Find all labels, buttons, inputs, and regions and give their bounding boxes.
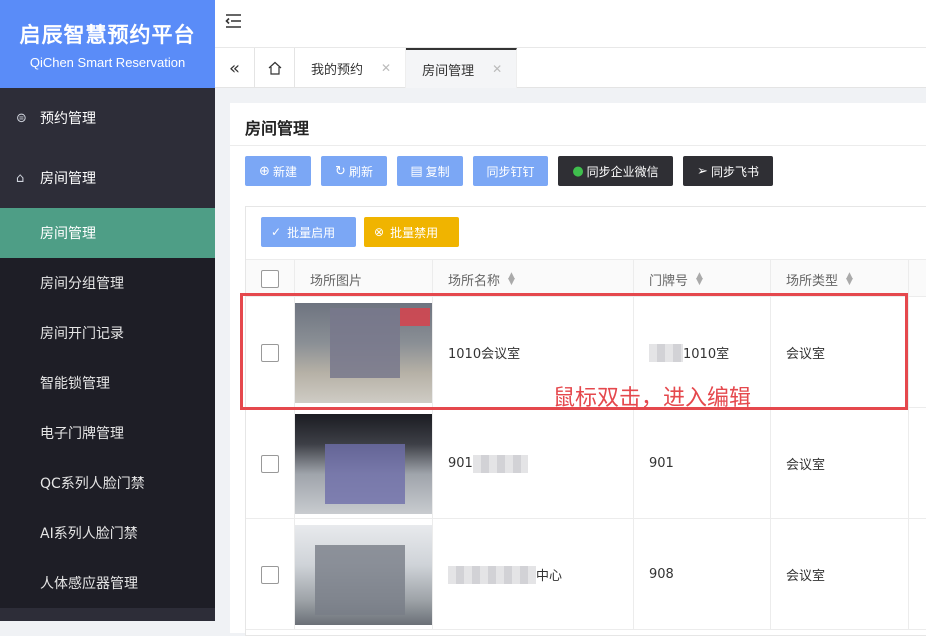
- close-icon[interactable]: ✕: [381, 61, 391, 75]
- home-tab-icon[interactable]: [255, 48, 295, 88]
- copy-button-label: 复制: [425, 164, 450, 179]
- sync-wechat-button[interactable]: ● 同步企业微信: [558, 156, 673, 186]
- tabs-scroll-left-icon[interactable]: «: [215, 48, 255, 88]
- sidebar-item-room-management[interactable]: 房间管理: [0, 208, 215, 258]
- tab-label: 房间管理: [422, 63, 475, 79]
- toolbar: ⊕ 新建 ↻ 刷新 ▤ 复制 同步钉钉 ● 同步企业微信 ➢ 同步飞书: [245, 156, 783, 186]
- table-header: 场所图片 场所名称 ▲ ▼ 门牌号 ▲ ▼ 场所类型 ▲ ▼: [246, 259, 926, 298]
- link-icon: ⊜: [16, 110, 27, 126]
- batch-tools: ✓ 批量启用 ⊗ 批量禁用: [261, 217, 467, 247]
- close-icon[interactable]: ✕: [492, 62, 502, 76]
- row-checkbox[interactable]: [261, 454, 279, 473]
- room-image: [295, 413, 432, 514]
- check-circle-icon: ✓: [271, 225, 282, 239]
- room-name: 中心: [536, 569, 563, 584]
- tab-room-management[interactable]: 房间管理 ✕: [406, 48, 518, 88]
- sort-icon[interactable]: ▲ ▼: [846, 272, 853, 287]
- sidebar-item-open-records[interactable]: 房间开门记录: [0, 308, 215, 358]
- brand-title: 启辰智慧预约平台: [19, 22, 196, 47]
- header-label: 场所类型: [786, 273, 839, 289]
- more-cell: [909, 297, 926, 408]
- annotation-hint: 鼠标双击，进入编辑: [553, 386, 752, 411]
- batch-disable-label: 批量禁用: [390, 225, 439, 240]
- page-title: 房间管理: [245, 119, 310, 138]
- table-row[interactable]: 中心 908 会议室: [246, 519, 926, 630]
- submenu-room: 房间管理 房间分组管理 房间开门记录 智能锁管理 电子门牌管理 QC系列人脸门禁…: [0, 208, 215, 608]
- redacted-mask: [472, 454, 528, 473]
- menu-group-reservation[interactable]: ⊜ 预约管理: [0, 88, 215, 148]
- sync-wechat-label: 同步企业微信: [586, 164, 659, 179]
- type-cell: 会议室: [771, 519, 909, 630]
- close-circle-icon: ⊗: [374, 225, 385, 239]
- type-cell: 会议室: [771, 408, 909, 519]
- brand-header: 启辰智慧预约平台 QiChen Smart Reservation: [0, 0, 215, 88]
- door-number: 908: [649, 567, 674, 582]
- brand-subtitle: QiChen Smart Reservation: [29, 54, 186, 70]
- door-number: 901: [649, 456, 674, 471]
- room-type: 会议室: [786, 458, 826, 473]
- row-select-cell: [246, 408, 295, 519]
- sync-feishu-button[interactable]: ➢ 同步飞书: [683, 156, 773, 186]
- tabs-bar: « 我的预约 ✕ 房间管理 ✕: [215, 48, 926, 88]
- home-icon: ⌂: [16, 170, 25, 186]
- sync-dingtalk-button[interactable]: 同步钉钉: [473, 156, 548, 186]
- room-image: [295, 524, 432, 625]
- send-icon: ➢: [697, 163, 708, 179]
- sidebar-item-qc-face[interactable]: QC系列人脸门禁: [0, 458, 215, 508]
- sidebar-item-ai-face[interactable]: AI系列人脸门禁: [0, 508, 215, 558]
- sidebar-item-body-sensor[interactable]: 人体感应器管理: [0, 558, 215, 608]
- header-more: [909, 260, 926, 298]
- room-type: 会议室: [786, 569, 826, 584]
- sidebar: 启辰智慧预约平台 QiChen Smart Reservation ⊜ 预约管理…: [0, 0, 215, 621]
- menu-group-label: 预约管理: [40, 111, 96, 127]
- refresh-icon: ↻: [335, 163, 346, 179]
- image-cell: [295, 519, 433, 630]
- copy-icon: ▤: [410, 163, 423, 179]
- wechat-icon: ●: [572, 163, 584, 179]
- image-cell: [295, 408, 433, 519]
- sidebar-item-e-doorplate[interactable]: 电子门牌管理: [0, 408, 215, 458]
- menu-fold-icon[interactable]: [225, 12, 243, 34]
- sort-icon[interactable]: ▲ ▼: [696, 272, 703, 287]
- new-button[interactable]: ⊕ 新建: [245, 156, 311, 186]
- header-label: 场所名称: [448, 273, 501, 289]
- more-cell: [909, 519, 926, 630]
- table-row[interactable]: 901 901 会议室: [246, 408, 926, 519]
- row-checkbox[interactable]: [261, 565, 279, 584]
- room-name: 901: [448, 456, 473, 471]
- menu-group-label: 房间管理: [40, 171, 96, 187]
- name-cell: 中心: [433, 519, 634, 630]
- door-cell: 908: [634, 519, 771, 630]
- new-button-label: 新建: [272, 164, 297, 179]
- divider: [230, 145, 926, 146]
- plus-circle-icon: ⊕: [259, 163, 270, 179]
- select-all-checkbox[interactable]: [261, 270, 279, 288]
- row-select-cell: [246, 519, 295, 630]
- sort-icon[interactable]: ▲ ▼: [508, 272, 515, 287]
- refresh-button-label: 刷新: [348, 164, 373, 179]
- sidebar-item-smart-lock[interactable]: 智能锁管理: [0, 358, 215, 408]
- sync-feishu-label: 同步飞书: [710, 164, 759, 179]
- tab-my-reservation[interactable]: 我的预约 ✕: [295, 48, 407, 88]
- topbar: [215, 0, 926, 48]
- batch-enable-button[interactable]: ✓ 批量启用: [261, 217, 356, 247]
- tab-label: 我的预约: [311, 62, 364, 78]
- copy-button[interactable]: ▤ 复制: [397, 156, 463, 186]
- refresh-button[interactable]: ↻ 刷新: [321, 156, 387, 186]
- batch-disable-button[interactable]: ⊗ 批量禁用: [364, 217, 459, 247]
- more-cell: [909, 408, 926, 519]
- redacted-mask: [448, 565, 536, 584]
- sidebar-item-room-groups[interactable]: 房间分组管理: [0, 258, 215, 308]
- batch-enable-label: 批量启用: [287, 225, 336, 240]
- menu-group-room[interactable]: ⌂ 房间管理: [0, 148, 215, 208]
- header-label: 门牌号: [649, 273, 689, 289]
- header-label: 场所图片: [310, 273, 363, 289]
- sync-dingtalk-label: 同步钉钉: [486, 164, 535, 179]
- door-cell: 901: [634, 408, 771, 519]
- name-cell: 901: [433, 408, 634, 519]
- table-panel: ✓ 批量启用 ⊗ 批量禁用 场所图片 场所名称 ▲ ▼ 门牌号 ▲ ▼ 场所类型 ▲ ▼ 101…: [245, 206, 926, 636]
